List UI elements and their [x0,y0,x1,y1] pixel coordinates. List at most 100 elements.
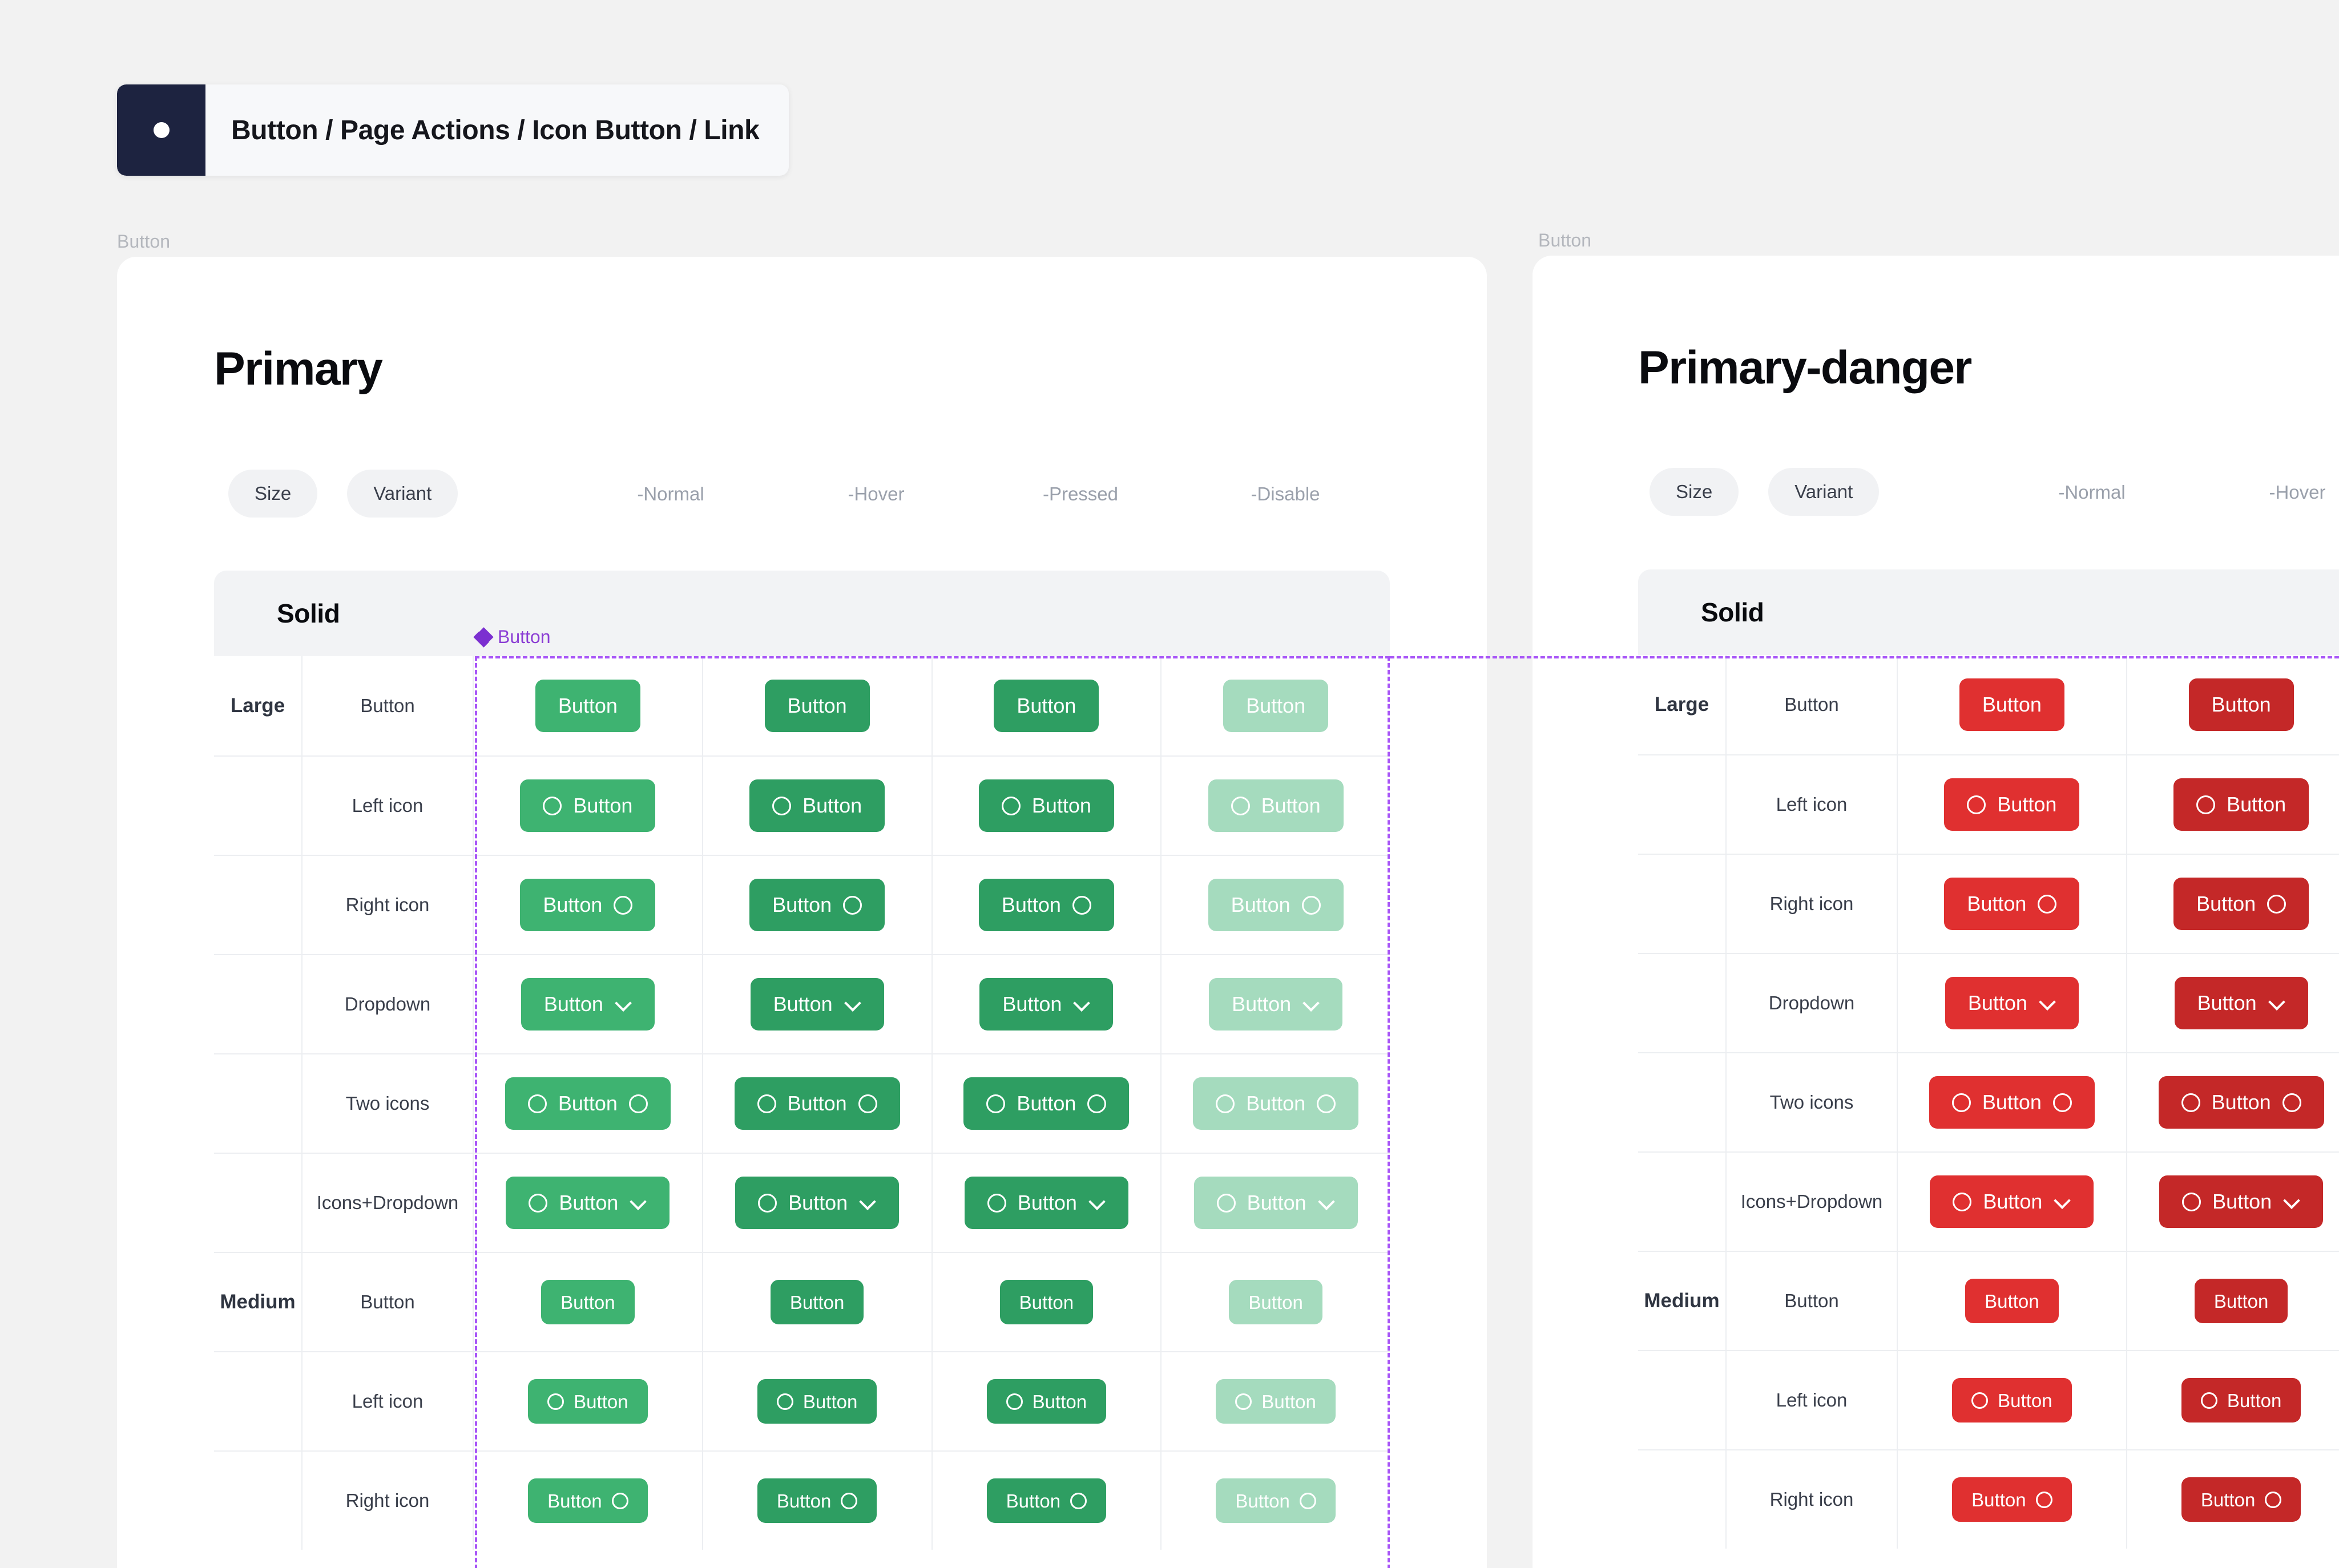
circle-icon [1971,1392,1989,1409]
button-left-icon[interactable]: Button [749,779,885,832]
state-cell-disable: Button [1162,955,1390,1053]
state-cell-disable: Button [1162,1452,1390,1550]
button-two-icons[interactable]: Button [1929,1076,2095,1129]
button-right-icon[interactable]: Button [2173,878,2309,930]
button-right-icon[interactable]: Button [1944,878,2080,930]
button-label: Button [573,794,633,817]
variant-type-cell: Button [303,1253,474,1351]
circle-icon [843,895,862,915]
button-plain[interactable]: Button [1223,680,1329,732]
page-title-badge[interactable]: Button / Page Actions / Icon Button / Li… [117,84,789,176]
button-plain[interactable]: Button [1959,678,2064,731]
button-right-icon[interactable]: Button [1208,879,1344,931]
button-dropdown[interactable]: Button [521,978,655,1030]
button-two-icons[interactable]: Button [2158,1076,2324,1129]
button-left-icon[interactable]: Button [520,779,656,832]
filter-pill-variant[interactable]: Variant [1768,468,1880,516]
button-right-icon[interactable]: Button [520,879,656,931]
state-cell-hover: Button [703,1154,933,1252]
variant-type-label: Icons+Dropdown [1740,1191,1883,1212]
button-plain[interactable]: Button [541,1280,635,1324]
button-icon-dropdown[interactable]: Button [1930,1175,2094,1228]
button-plain[interactable]: Button [764,680,870,732]
circle-icon [1087,1094,1107,1113]
button-left-icon[interactable]: Button [1952,1378,2072,1422]
size-cell [214,1452,303,1550]
state-cell-normal: Button [1898,855,2127,953]
button-label: Button [789,1291,845,1313]
button-dropdown[interactable]: Button [1209,978,1343,1030]
button-dropdown[interactable]: Button [750,978,884,1030]
state-label-hover: -Hover [848,483,905,504]
state-cell-pressed: Button [933,955,1162,1053]
button-dropdown[interactable]: Button [979,978,1114,1030]
button-left-icon[interactable]: Button [2181,1378,2301,1422]
spec-table-body: LargeButtonButtonButtonButtonButtonLeft … [214,656,1390,1550]
variant-type-cell: Right icon [303,856,474,954]
state-cell-hover: Button [2127,1450,2339,1549]
circle-icon [529,1193,548,1213]
button-left-icon[interactable]: Button [978,779,1114,832]
filter-pill-size[interactable]: Size [1650,468,1739,516]
button-left-icon[interactable]: Button [2173,778,2309,831]
circle-icon [1967,795,1986,814]
circle-icon [1072,895,1091,915]
button-dropdown[interactable]: Button [1945,977,2079,1029]
button-icon-dropdown[interactable]: Button [2159,1175,2324,1228]
state-label-disable: -Disable [1251,483,1320,504]
button-icon-dropdown[interactable]: Button [964,1177,1128,1229]
button-plain[interactable]: Button [1229,1280,1322,1324]
button-plain[interactable]: Button [535,680,640,732]
filter-pill-size[interactable]: Size [228,470,318,518]
state-cell-hover: Button [703,757,933,855]
button-right-icon[interactable]: Button [986,1478,1107,1523]
button-plain[interactable]: Button [770,1280,864,1324]
button-two-icons[interactable]: Button [1193,1077,1359,1130]
state-cell-normal: Button [1898,1252,2127,1350]
button-two-icons[interactable]: Button [505,1077,671,1130]
chevron-down-icon [859,1194,876,1211]
button-right-icon[interactable]: Button [2181,1477,2301,1522]
button-left-icon[interactable]: Button [986,1379,1107,1424]
table-row: Dropdown Button Button Button Button [214,954,1390,1053]
button-left-icon[interactable]: Button [528,1379,648,1424]
variant-type-label: Button [1784,1290,1839,1311]
badge-dot-icon [153,122,170,138]
button-dropdown[interactable]: Button [2174,977,2308,1029]
button-label: Button [1261,794,1321,817]
button-icon-dropdown[interactable]: Button [1193,1177,1358,1229]
button-plain[interactable]: Button [2194,1279,2288,1323]
button-plain[interactable]: Button [2188,678,2294,731]
circle-icon [1001,796,1021,815]
button-icon-dropdown[interactable]: Button [506,1177,670,1229]
button-left-icon[interactable]: Button [757,1379,877,1424]
state-cell-hover: Button [2127,1252,2339,1350]
button-two-icons[interactable]: Button [963,1077,1130,1130]
filter-pill-variant[interactable]: Variant [347,470,458,518]
button-right-icon[interactable]: Button [1216,1478,1336,1523]
button-label: Button [773,992,833,1016]
button-plain[interactable]: Button [999,1280,1094,1324]
button-left-icon[interactable]: Button [1944,778,2080,831]
size-cell [214,1352,303,1450]
button-label: Button [1017,1191,1077,1214]
button-icon-dropdown[interactable]: Button [735,1177,900,1229]
button-right-icon[interactable]: Button [1952,1477,2072,1522]
circle-icon [841,1492,858,1509]
button-left-icon[interactable]: Button [1216,1379,1336,1424]
state-cell-normal: Button [1898,1450,2127,1549]
button-left-icon[interactable]: Button [1208,779,1344,832]
button-right-icon[interactable]: Button [528,1478,648,1523]
button-right-icon[interactable]: Button [978,879,1114,931]
circle-icon [628,1094,648,1113]
chevron-down-icon [2039,995,2056,1012]
button-plain[interactable]: Button [994,680,1099,732]
button-two-icons[interactable]: Button [734,1077,900,1130]
button-plain[interactable]: Button [1965,1279,2059,1323]
button-right-icon[interactable]: Button [757,1478,877,1523]
circle-icon [2052,1093,2072,1112]
circle-icon [2038,894,2057,914]
size-cell [1638,1153,1727,1251]
button-right-icon[interactable]: Button [749,879,885,931]
circle-icon [2282,1093,2301,1112]
